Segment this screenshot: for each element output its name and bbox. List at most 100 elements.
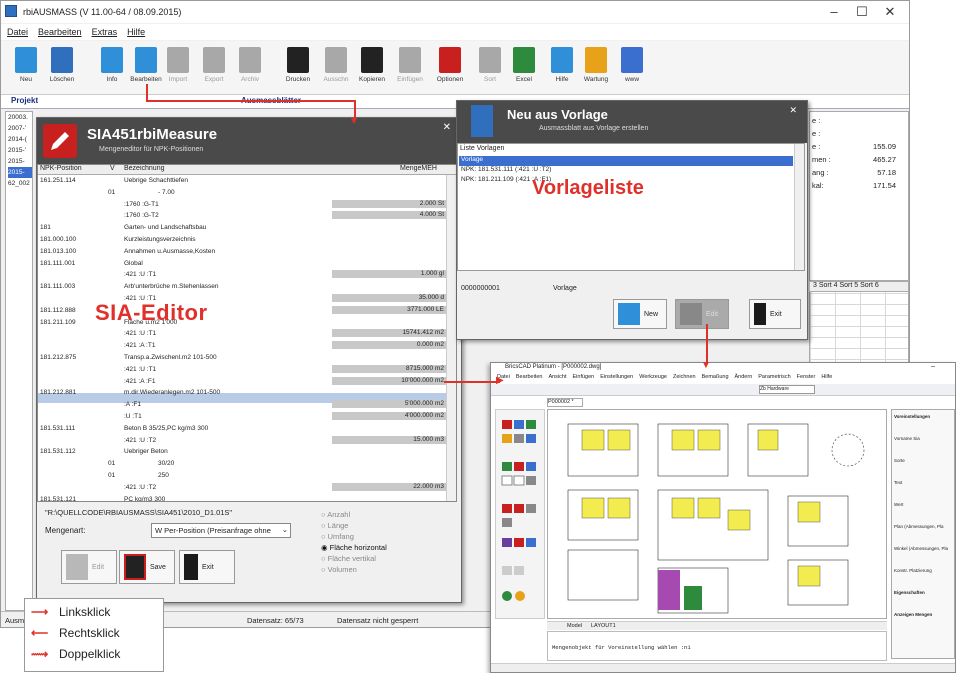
toolbar-button-löschen[interactable]: Löschen xyxy=(45,45,79,93)
sia-close-icon[interactable]: ✕ xyxy=(443,122,451,133)
table-row[interactable]: :U :T1 4'000.000 m2 xyxy=(38,412,456,421)
chevron-down-icon[interactable]: ⌄ xyxy=(282,525,288,534)
tool-palette-icons[interactable] xyxy=(496,410,546,620)
table-row[interactable]: 181.000.100 Kurzleistungsverzeichnis xyxy=(38,235,456,244)
project-list-item[interactable]: 20003. xyxy=(8,112,32,123)
vorlage-close-icon[interactable]: ✕ xyxy=(789,105,797,116)
cad-minimize-button[interactable]: – xyxy=(931,363,935,370)
table-row[interactable]: 01 30/20 xyxy=(38,459,456,468)
table-row[interactable]: :421 :U :T1 15741.412 m2 xyxy=(38,329,456,338)
cad-command-line[interactable]: Mengenobjekt für Voreinstellung wählen :… xyxy=(547,631,887,661)
list-item[interactable]: NPK: 181.531.111 (:421 :U :T2) xyxy=(459,166,793,176)
cad-drawing-area[interactable] xyxy=(547,409,887,619)
project-list-item[interactable]: 2014-( xyxy=(8,134,32,145)
project-list[interactable]: 20003. 2007-' 2014-(2015-' 2015- 2015- 62_002 xyxy=(5,111,33,611)
toolbar-button-import[interactable]: Import xyxy=(161,45,195,93)
table-row[interactable]: 181.111.003 Arb'unterbrüche m.Stehenlasse… xyxy=(38,282,456,291)
edit-button[interactable]: Edit xyxy=(61,550,117,584)
cad-menu-bemaßung[interactable]: Bemaßung xyxy=(702,374,729,383)
table-row[interactable]: 181.212.881 m.dir.Wiederanlegen.m2 101-50… xyxy=(38,388,456,397)
table-row[interactable]: 181.531.121 PC kg/m3 300 xyxy=(38,495,456,501)
table-row[interactable]: :421 :A :F1 10'000.000 m2 xyxy=(38,376,456,386)
col-bez[interactable]: Bezeichnung xyxy=(124,165,164,172)
toolbar-button-www[interactable]: www xyxy=(615,45,649,93)
project-list-item[interactable]: 2015-' xyxy=(8,145,32,156)
menu-datei[interactable]: Datei xyxy=(7,27,28,37)
model-tab[interactable]: Model xyxy=(567,623,582,629)
cad-menu-ändern[interactable]: Ändern xyxy=(735,374,753,383)
table-row[interactable]: 181.531.112 Uebriger Beton xyxy=(38,447,456,456)
table-row[interactable]: 181.111.001 Global xyxy=(38,259,456,268)
vorlage-edit-button[interactable]: Edit xyxy=(675,299,729,329)
radio-fläche-horizontal[interactable]: ◉ Fläche horizontal xyxy=(321,543,387,552)
maximize-button[interactable]: ☐ xyxy=(849,3,875,21)
table-row[interactable]: :421 :A :T1 0.000 m2 xyxy=(38,341,456,350)
npk-grid[interactable]: NPK-Position V Bezeichnung MengeMEH 161.… xyxy=(37,164,457,502)
vorlage-scrollbar[interactable] xyxy=(794,144,804,270)
cad-menu-bearbeiten[interactable]: Bearbeiten xyxy=(516,374,543,383)
table-row[interactable]: 01 - 7.00 xyxy=(38,188,456,197)
toolbar-button-drucken[interactable]: Drucken xyxy=(281,45,315,93)
table-row[interactable]: 181.531.111 Beton B 35/25,PC kg/m3 300 xyxy=(38,424,456,433)
project-list-item[interactable]: 2015- xyxy=(8,167,32,178)
project-list-item[interactable]: 2007-' xyxy=(8,123,32,134)
cad-menu-werkzeuge[interactable]: Werkzeuge xyxy=(639,374,667,383)
cad-properties-panel[interactable]: Voreinstellungen Vorname Sia Sorte Text Wert… xyxy=(891,409,955,659)
project-list-item[interactable]: 62_002 xyxy=(8,178,32,189)
radio-anzahl[interactable]: ○ Anzahl xyxy=(321,510,350,519)
toolbar-button-info[interactable]: Info xyxy=(95,45,129,93)
table-row[interactable]: 01 250 xyxy=(38,471,456,480)
table-row[interactable]: :421 :U :T2 15.000 m3 xyxy=(38,435,456,445)
new-button[interactable]: New xyxy=(613,299,667,329)
cad-menu-einstellungen[interactable]: Einstellungen xyxy=(600,374,633,383)
menu-extras[interactable]: Extras xyxy=(92,27,118,37)
col-npk[interactable]: NPK-Position xyxy=(40,165,82,172)
cad-menu-fenster[interactable]: Fenster xyxy=(797,374,816,383)
table-row[interactable]: 181 Garten- und Landschaftsbau xyxy=(38,223,456,232)
toolbar-button-excel[interactable]: Excel xyxy=(507,45,541,93)
vorlage-list[interactable]: Liste Vorlagen Vorlage NPK: 181.531.111 (… xyxy=(457,143,805,271)
toolbar-button-export[interactable]: Export xyxy=(197,45,231,93)
cad-layer-select[interactable]: Zb Hardware xyxy=(759,385,815,394)
menu-hilfe[interactable]: Hilfe xyxy=(127,27,145,37)
toolbar-button-wartung[interactable]: Wartung xyxy=(579,45,613,93)
cad-menu-zeichnen[interactable]: Zeichnen xyxy=(673,374,696,383)
table-row[interactable]: :1760 :G-T1 2.000 St xyxy=(38,199,456,209)
npk-scrollbar[interactable] xyxy=(446,175,456,501)
menu-bearbeiten[interactable]: Bearbeiten xyxy=(38,27,82,37)
close-button[interactable]: ✕ xyxy=(877,3,903,21)
table-row[interactable]: :421 :U :T2 22.000 m3 xyxy=(38,482,456,492)
toolbar-button-hilfe[interactable]: Hilfe xyxy=(545,45,579,93)
radio-fläche-vertikal[interactable]: ○ Fläche vertikal xyxy=(321,554,376,563)
toolbar-button-sort[interactable]: Sort xyxy=(473,45,507,93)
list-item[interactable]: Vorlage xyxy=(459,156,793,166)
toolbar-button-neu[interactable]: Neu xyxy=(9,45,43,93)
radio-umfang[interactable]: ○ Umfang xyxy=(321,532,354,541)
exit-button[interactable]: Exit xyxy=(179,550,235,584)
minimize-button[interactable]: – xyxy=(821,3,847,21)
mengenart-select[interactable]: W Per-Position (Preisanfrage ohne ⌄ xyxy=(151,523,291,538)
toolbar-button-optionen[interactable]: Optionen xyxy=(433,45,467,93)
save-button[interactable]: Save xyxy=(119,550,175,584)
col-menge[interactable]: MengeMEH xyxy=(400,165,437,172)
table-row[interactable]: 161.251.114 Uebrige Schachttiefen xyxy=(38,176,456,185)
table-row[interactable]: :421 :U :T1 8715.000 m2 xyxy=(38,364,456,374)
cad-menu-hilfe[interactable]: Hilfe xyxy=(821,374,832,383)
col-v[interactable]: V xyxy=(110,165,115,172)
table-row[interactable]: :421 :U :T1 1.000 gl xyxy=(38,270,456,279)
toolbar-button-archiv[interactable]: Archiv xyxy=(233,45,267,93)
cad-menu-einfügen[interactable]: Einfügen xyxy=(573,374,595,383)
table-row[interactable]: :A :F1 5'000.000 m2 xyxy=(38,400,456,409)
table-row[interactable]: :1760 :G-T2 4.000 St xyxy=(38,211,456,220)
toolbar-button-kopieren[interactable]: Kopieren xyxy=(355,45,389,93)
project-list-item[interactable]: 2015- xyxy=(8,156,32,167)
toolbar-button-einfügen[interactable]: Einfügen xyxy=(393,45,427,93)
sort-header[interactable]: 3 Sort 4 Sort 5 Sort 6 xyxy=(809,281,909,292)
layout-tab[interactable]: LAYOUT1 xyxy=(591,623,616,629)
radio-volumen[interactable]: ○ Volumen xyxy=(321,565,357,574)
radio-länge[interactable]: ○ Länge xyxy=(321,521,348,530)
cad-menu-parametrisch[interactable]: Parametrisch xyxy=(758,374,790,383)
table-row[interactable]: 181.212.875 Transp.a.Zwischenl.m2 101-500 xyxy=(38,353,456,362)
cad-drawing-tab[interactable]: P000002 * xyxy=(547,398,583,407)
vorlage-exit-button[interactable]: Exit xyxy=(749,299,801,329)
